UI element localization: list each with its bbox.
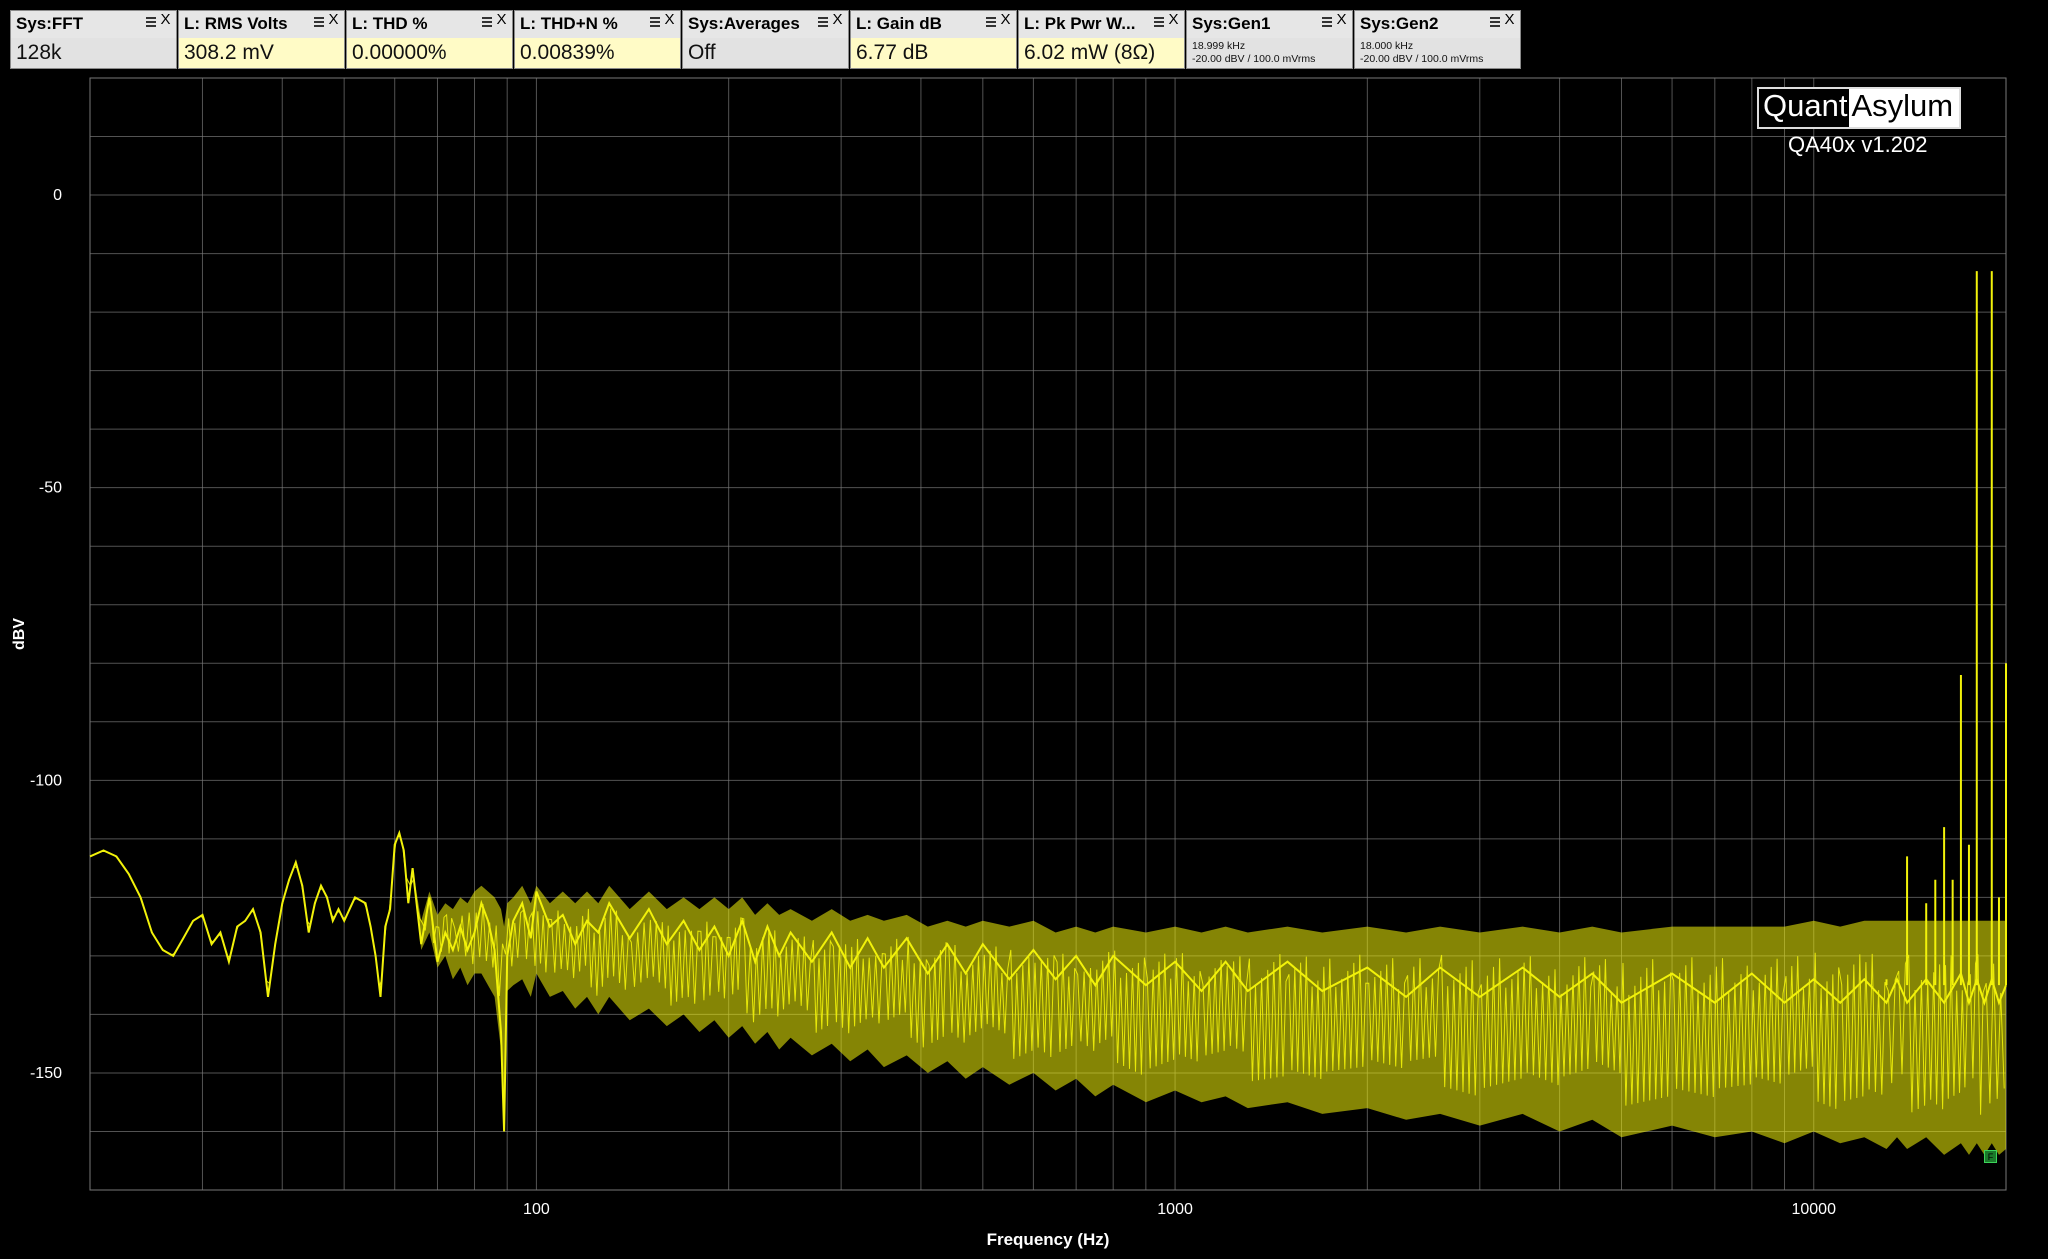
version-label: QA40x v1.202 (1788, 132, 1928, 157)
x-tick-label: 10000 (1791, 1201, 1836, 1218)
logo-text-asylum: Asylum (1849, 89, 1960, 127)
logo-text-quant: Quant (1759, 89, 1850, 127)
status-marker[interactable]: F (1984, 1150, 1997, 1163)
y-tick-label: 0 (53, 187, 62, 204)
x-tick-label: 100 (523, 1201, 550, 1218)
y-tick-label: -100 (30, 772, 62, 789)
quantasylum-logo: Quant Asylum (1757, 87, 1962, 129)
spectrum-chart: 100 1000 100000-50-100-150 Frequency (Hz) … (11, 77, 2007, 1249)
y-tick-label: -50 (39, 480, 62, 497)
x-tick-label: 1000 (1157, 1201, 1193, 1218)
x-axis-label: Frequency (Hz) (987, 1230, 1110, 1249)
y-tick-label: -150 (30, 1065, 62, 1082)
y-axis-label: dBV (11, 618, 28, 650)
